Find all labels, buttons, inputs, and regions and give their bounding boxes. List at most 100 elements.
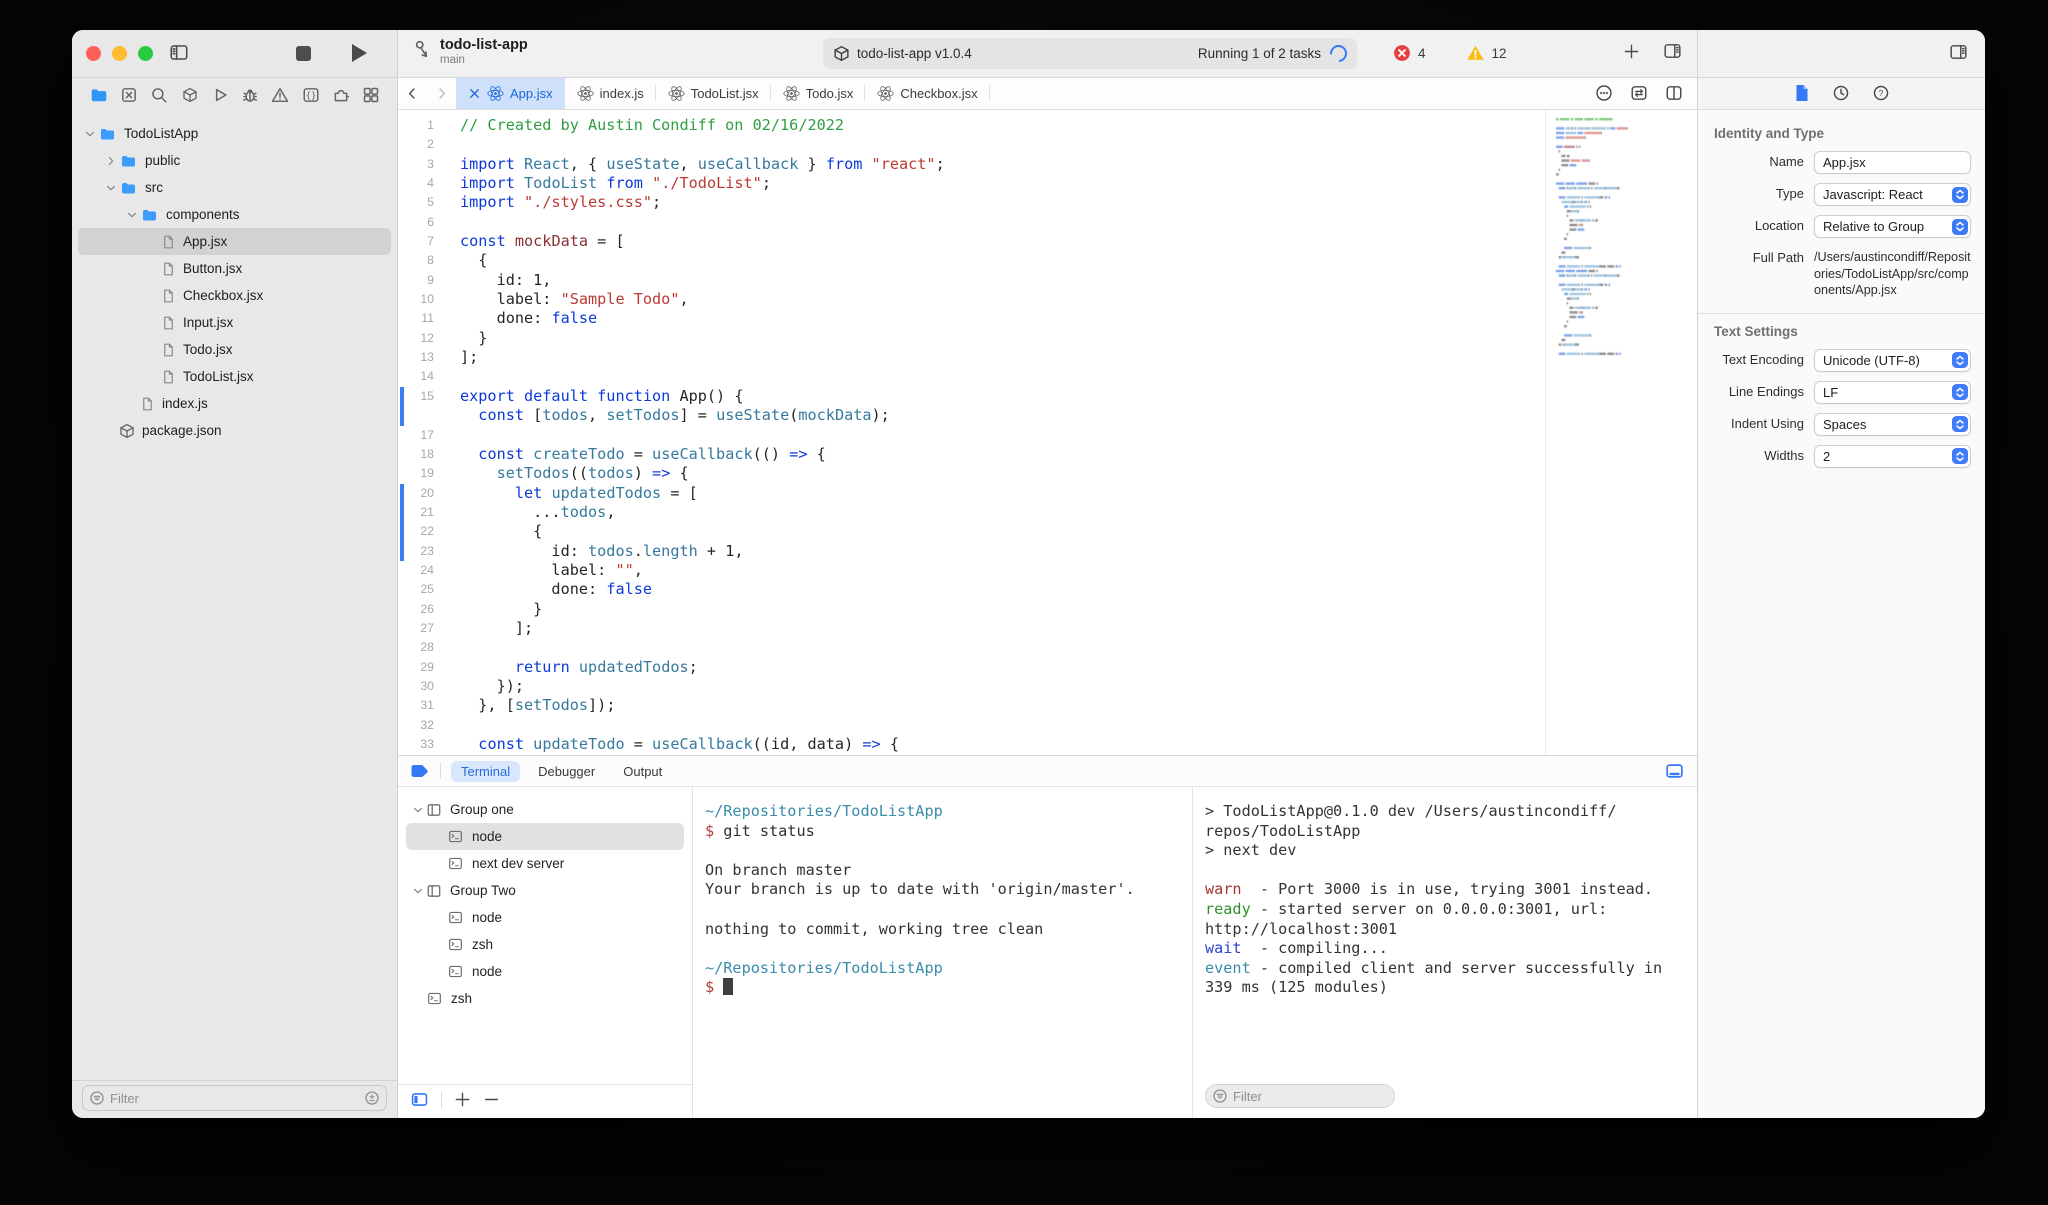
forward-button[interactable]: [427, 77, 456, 109]
remove-terminal-icon[interactable]: [483, 1091, 500, 1108]
react-file-icon: [668, 85, 685, 102]
zoom-window-button[interactable]: [138, 46, 153, 61]
stepper-icon[interactable]: [1952, 384, 1968, 400]
bottom-tab-terminal[interactable]: Terminal: [451, 760, 521, 782]
stepper-icon[interactable]: [1952, 416, 1968, 432]
stepper-icon[interactable]: [1952, 186, 1968, 203]
text-encoding-select[interactable]: Unicode (UTF-8): [1814, 348, 1971, 372]
terminal-session-item-group-one[interactable]: Group one: [406, 796, 684, 823]
disclosure-down-icon[interactable]: [410, 804, 426, 816]
disclosure-down-icon[interactable]: [410, 885, 426, 897]
bug-navigator-icon[interactable]: [239, 84, 261, 106]
warning-badge-icon[interactable]: [1466, 44, 1485, 62]
add-terminal-icon[interactable]: [454, 1091, 471, 1108]
plus-minus-filter-icon[interactable]: [364, 1090, 380, 1106]
terminal-session-item-zsh[interactable]: zsh: [406, 985, 684, 1012]
file-tree-item-src[interactable]: src: [78, 174, 391, 201]
overview-navigator-icon[interactable]: [360, 84, 382, 106]
toggle-left-sidebar-icon[interactable]: [168, 43, 190, 62]
disclosure-down-icon[interactable]: [103, 182, 119, 194]
terminal-session-item-node[interactable]: node: [406, 823, 684, 850]
terminal-session-item-node[interactable]: node: [406, 904, 684, 931]
location-select[interactable]: Relative to Group: [1814, 215, 1971, 238]
swap-editor-icon[interactable]: [1630, 84, 1648, 102]
minimap[interactable]: [1545, 110, 1697, 755]
split-editor-icon[interactable]: [1665, 84, 1683, 102]
editor-tab-app-jsx[interactable]: App.jsx: [456, 77, 565, 109]
minimize-window-button[interactable]: [112, 46, 127, 61]
tab-label: App.jsx: [510, 85, 553, 101]
toggle-inspector-icon[interactable]: [1948, 43, 1969, 61]
bottom-tab-output[interactable]: Output: [613, 761, 672, 782]
run-navigator-icon[interactable]: [209, 84, 231, 106]
file-tree-item-public[interactable]: public: [78, 147, 391, 174]
terminal-filter-input[interactable]: Filter: [1205, 1084, 1395, 1108]
terminal-pane-main[interactable]: ~/Repositories/TodoListApp $ git status O…: [693, 788, 1193, 1118]
change-marker: [400, 483, 404, 503]
disclosure-down-icon[interactable]: [82, 128, 98, 140]
file-inspector-tab-icon[interactable]: [1794, 84, 1810, 102]
error-badge-icon[interactable]: [1393, 44, 1411, 62]
issues-navigator-icon[interactable]: [269, 84, 291, 106]
bottom-tab-debugger[interactable]: Debugger: [528, 761, 605, 782]
main-toolbar: todo-list-app main todo-list-app v1.0.4 …: [398, 30, 1697, 77]
stepper-icon[interactable]: [1952, 448, 1968, 464]
file-tree-item-input-jsx[interactable]: Input.jsx: [78, 309, 391, 336]
toggle-terminal-sidebar-icon[interactable]: [410, 1091, 429, 1108]
editor-tab-todo-jsx[interactable]: Todo.jsx: [771, 77, 866, 109]
search-navigator-icon[interactable]: [148, 84, 170, 106]
file-tree-item-todolist-jsx[interactable]: TodoList.jsx: [78, 363, 391, 390]
line-endings-select[interactable]: LF: [1814, 380, 1971, 404]
run-button[interactable]: [352, 44, 367, 62]
stepper-icon[interactable]: [1952, 352, 1968, 368]
term-icon: [447, 856, 464, 871]
terminal-session-list: Group one node next dev server Group Two nod…: [398, 788, 693, 1118]
terminal-session-item-zsh[interactable]: zsh: [406, 931, 684, 958]
history-inspector-tab-icon[interactable]: [1832, 84, 1850, 102]
package-navigator-icon[interactable]: [179, 84, 201, 106]
terminal-session-item-group-two[interactable]: Group Two: [406, 877, 684, 904]
file-tree-item-todo-jsx[interactable]: Todo.jsx: [78, 336, 391, 363]
name-input[interactable]: App.jsx: [1814, 151, 1971, 174]
navigator-filter-input[interactable]: Filter: [82, 1085, 387, 1111]
widths-select[interactable]: 2: [1814, 444, 1971, 468]
disclosure-right-icon[interactable]: [103, 155, 119, 167]
file-tree-item-package-json[interactable]: package.json: [78, 417, 391, 444]
changes-navigator-icon[interactable]: [118, 84, 140, 106]
inspector-label: Type: [1775, 186, 1804, 201]
close-window-button[interactable]: [86, 46, 101, 61]
type-select[interactable]: Javascript: React: [1814, 183, 1971, 206]
code-editor[interactable]: 1// Created by Austin Condiff on 02/16/2…: [398, 110, 1697, 755]
terminal-pane-secondary[interactable]: > TodoListApp@0.1.0 dev /Users/austincon…: [1193, 788, 1697, 1118]
editor-tab-todolist-jsx[interactable]: TodoList.jsx: [656, 77, 771, 109]
file-tree-item-components[interactable]: components: [78, 201, 391, 228]
tab-label: TodoList.jsx: [690, 85, 759, 101]
stepper-icon[interactable]: [1952, 218, 1968, 235]
file-tree-item-index-js[interactable]: index.js: [78, 390, 391, 417]
indent-using-select[interactable]: Spaces: [1814, 412, 1971, 436]
toggle-bottom-panel-icon[interactable]: [1664, 762, 1685, 780]
terminal-session-item-next-dev-server[interactable]: next dev server: [406, 850, 684, 877]
filter-icon: [1212, 1088, 1228, 1104]
tag-icon[interactable]: [410, 763, 430, 779]
symbols-navigator-icon[interactable]: {}: [300, 84, 322, 106]
editor-tab-checkbox-jsx[interactable]: Checkbox.jsx: [865, 77, 990, 109]
terminal-session-item-node[interactable]: node: [406, 958, 684, 985]
extensions-navigator-icon[interactable]: [330, 84, 352, 106]
file-tree-item-app-jsx[interactable]: App.jsx: [78, 228, 391, 255]
file-tree-item-button-jsx[interactable]: Button.jsx: [78, 255, 391, 282]
toggle-right-sidebar-icon[interactable]: [1662, 42, 1683, 60]
file-tree-item-todolistapp[interactable]: TodoListApp: [78, 120, 391, 147]
add-button[interactable]: [1623, 43, 1640, 60]
status-bar[interactable]: todo-list-app v1.0.4 Running 1 of 2 task…: [823, 38, 1357, 69]
back-button[interactable]: [398, 77, 427, 109]
project-header[interactable]: todo-list-app main: [412, 37, 528, 67]
file-tree-item-checkbox-jsx[interactable]: Checkbox.jsx: [78, 282, 391, 309]
more-options-icon[interactable]: [1595, 84, 1613, 102]
editor-tab-index-js[interactable]: index.js: [565, 77, 656, 109]
stop-button[interactable]: [296, 46, 311, 61]
close-tab-icon[interactable]: [468, 87, 481, 100]
help-inspector-tab-icon[interactable]: ?: [1872, 84, 1890, 102]
disclosure-down-icon[interactable]: [124, 209, 140, 221]
project-folder-navigator-icon[interactable]: [88, 84, 110, 106]
